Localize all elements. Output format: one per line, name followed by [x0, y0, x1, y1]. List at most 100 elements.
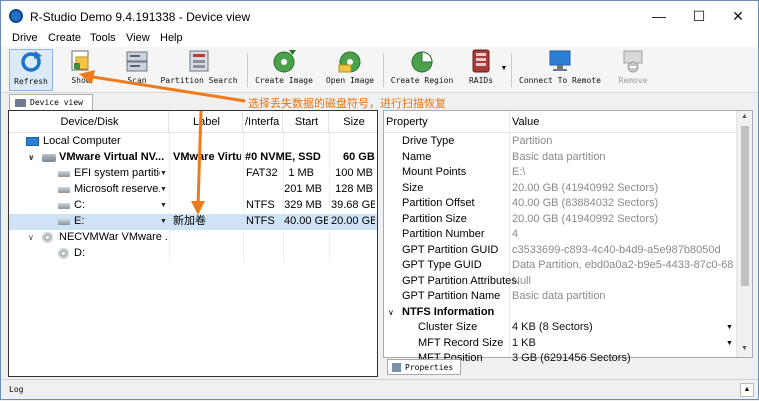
chevron-down-icon[interactable]: ∨	[28, 150, 35, 165]
raid-icon	[468, 49, 494, 73]
property-row[interactable]: GPT Type GUID Data Partition, ebd0a0a2-b9…	[384, 258, 736, 274]
scroll-down-icon[interactable]: ▼	[741, 345, 748, 352]
tree-row-local-computer[interactable]: Local Computer	[9, 134, 377, 150]
annotation-text: 选择丢失数据的磁盘符号，进行扫描恢复	[248, 98, 446, 110]
menu-view[interactable]: View	[126, 31, 150, 45]
properties-scrollbar[interactable]: ▲ ▼	[736, 111, 752, 357]
col-interface[interactable]: /Interfa	[243, 111, 283, 133]
device-name: NECVMWar VMware ...	[59, 231, 167, 243]
menu-help[interactable]: Help	[160, 31, 183, 45]
property-row[interactable]: Drive Type Partition	[384, 134, 736, 150]
property-row[interactable]: Mount Points E:\	[384, 165, 736, 181]
close-button[interactable]: ✕	[720, 1, 756, 31]
property-group-ntfs[interactable]: ∨ NTFS Information	[384, 305, 736, 321]
show-files-button[interactable]: Show	[61, 49, 101, 91]
create-region-button[interactable]: Create Region	[389, 49, 455, 91]
scan-button[interactable]: Scan	[118, 49, 156, 91]
col-property[interactable]: Property	[384, 111, 510, 133]
property-row[interactable]: Name Basic data partition	[384, 150, 736, 166]
device-label: VMware Virtual NV...	[173, 151, 241, 163]
property-row[interactable]: Cluster Size 4 KB (8 Sectors) ▼	[384, 320, 736, 336]
property-key: Partition Number	[402, 228, 485, 240]
tab-device-view[interactable]: Device view	[9, 94, 93, 110]
tree-row-drive-d[interactable]: D:	[9, 246, 377, 262]
chevron-down-icon[interactable]: ▼	[160, 198, 167, 213]
device-name: EFI system partition	[74, 167, 160, 179]
raids-button[interactable]: RAIDs	[463, 49, 499, 91]
property-row[interactable]: GPT Partition GUID c3533699-c893-4c40-b4d…	[384, 243, 736, 259]
connect-remote-label: Connect To Remote	[519, 76, 601, 85]
property-row[interactable]: MFT Record Size 1 KB ▼	[384, 336, 736, 352]
device-name: E:	[74, 215, 85, 227]
menu-drive[interactable]: Drive	[12, 31, 38, 45]
tab-properties[interactable]: Properties	[387, 359, 461, 375]
col-value[interactable]: Value	[510, 111, 736, 133]
property-key: Cluster Size	[418, 321, 478, 333]
log-scroll-icon[interactable]: ▲	[740, 383, 754, 397]
chevron-down-icon[interactable]: ▼	[726, 320, 733, 335]
col-size[interactable]: Size	[329, 111, 377, 133]
connect-remote-button[interactable]: Connect To Remote	[517, 49, 603, 91]
partition-icon	[58, 171, 70, 177]
chevron-down-icon[interactable]: ∨	[388, 305, 394, 320]
tree-row-partition-selected[interactable]: E: ▼ 新加卷 NTFS 40.00 GB 20.00 GB	[9, 214, 377, 230]
property-row[interactable]: Partition Size 20.00 GB (41940992 Sectors…	[384, 212, 736, 228]
device-view-icon	[15, 99, 26, 107]
tree-row-cdrom[interactable]: ∨ NECVMWar VMware ...	[9, 230, 377, 246]
property-key: GPT Partition Attributes	[402, 274, 517, 287]
minimize-button[interactable]: —	[641, 1, 677, 31]
menu-create[interactable]: Create	[48, 31, 81, 45]
property-row[interactable]: GPT Partition Attributes Null	[384, 274, 736, 290]
property-value: c3533699-c893-4c40-b4d9-a5e987b8050d	[512, 243, 721, 256]
remove-icon	[620, 49, 646, 73]
property-row[interactable]: Partition Offset 40.00 GB (83884032 Secto…	[384, 196, 736, 212]
chevron-down-icon[interactable]: ▼	[160, 166, 167, 181]
remove-button[interactable]: Remove	[615, 49, 651, 91]
device-tree-panel: Device/Disk Label /Interfa Start Size Lo…	[8, 110, 378, 377]
property-value: 4	[512, 228, 519, 240]
property-row[interactable]: Partition Number 4	[384, 227, 736, 243]
partition-search-button[interactable]: Partition Search	[159, 49, 239, 91]
device-name: C:	[74, 199, 85, 211]
scrollbar-thumb[interactable]	[741, 126, 749, 286]
property-value: 20.00 GB (41940992 Sectors)	[512, 181, 659, 194]
col-start[interactable]: Start	[283, 111, 329, 133]
device-interface: NTFS	[246, 199, 275, 211]
property-value: 20.00 GB (41940992 Sectors)	[512, 212, 659, 225]
chevron-down-icon[interactable]: ▼	[160, 182, 167, 197]
toolbar-separator	[247, 53, 248, 87]
tree-row-partition[interactable]: C: ▼ NTFS 329 MB 39.68 GB	[9, 198, 377, 214]
device-interface: #0 NVME, SSD	[245, 151, 321, 163]
chevron-down-icon[interactable]: ∨	[28, 230, 34, 245]
partition-icon	[58, 219, 70, 225]
chevron-down-icon[interactable]: ▼	[726, 336, 733, 351]
maximize-button[interactable]: ☐	[681, 1, 717, 31]
tree-row-disk[interactable]: ∨ VMware Virtual NV... VMware Virtual NV…	[9, 150, 377, 166]
window-title: R-Studio Demo 9.4.191338 - Device view	[30, 10, 251, 24]
col-label[interactable]: Label	[169, 111, 243, 133]
app-window: R-Studio Demo 9.4.191338 - Device view —…	[0, 0, 759, 400]
property-key: Mount Points	[402, 166, 467, 178]
property-key: Partition Offset	[402, 197, 475, 209]
show-files-label: Show	[71, 76, 91, 85]
scroll-up-icon[interactable]: ▲	[741, 113, 748, 120]
refresh-button[interactable]: Refresh	[9, 49, 53, 91]
device-size: 20.00 GB	[331, 215, 375, 227]
tree-row-partition[interactable]: Microsoft reserve... ▼ 201 MB 128 MB	[9, 182, 377, 198]
log-panel: Log ▲	[1, 379, 758, 399]
create-image-button[interactable]: Create Image	[253, 49, 315, 91]
col-device[interactable]: Device/Disk	[9, 111, 169, 133]
toolbar: Refresh Show Scan Partition Search Creat…	[1, 47, 758, 93]
log-title: Log	[9, 385, 24, 394]
menu-tools[interactable]: Tools	[90, 31, 116, 45]
create-region-icon	[409, 49, 435, 73]
device-name: Microsoft reserve...	[74, 183, 160, 195]
property-row[interactable]: GPT Partition Name Basic data partition	[384, 289, 736, 305]
tree-row-partition[interactable]: EFI system partition ▼ FAT32 1 MB 100 MB	[9, 166, 377, 182]
property-key: Size	[402, 181, 424, 194]
open-image-button[interactable]: Open Image	[323, 49, 377, 91]
chevron-down-icon[interactable]: ▼	[160, 214, 167, 229]
property-row[interactable]: Size 20.00 GB (41940992 Sectors)	[384, 181, 736, 197]
connect-remote-icon	[547, 49, 573, 73]
app-logo-icon	[9, 9, 23, 23]
